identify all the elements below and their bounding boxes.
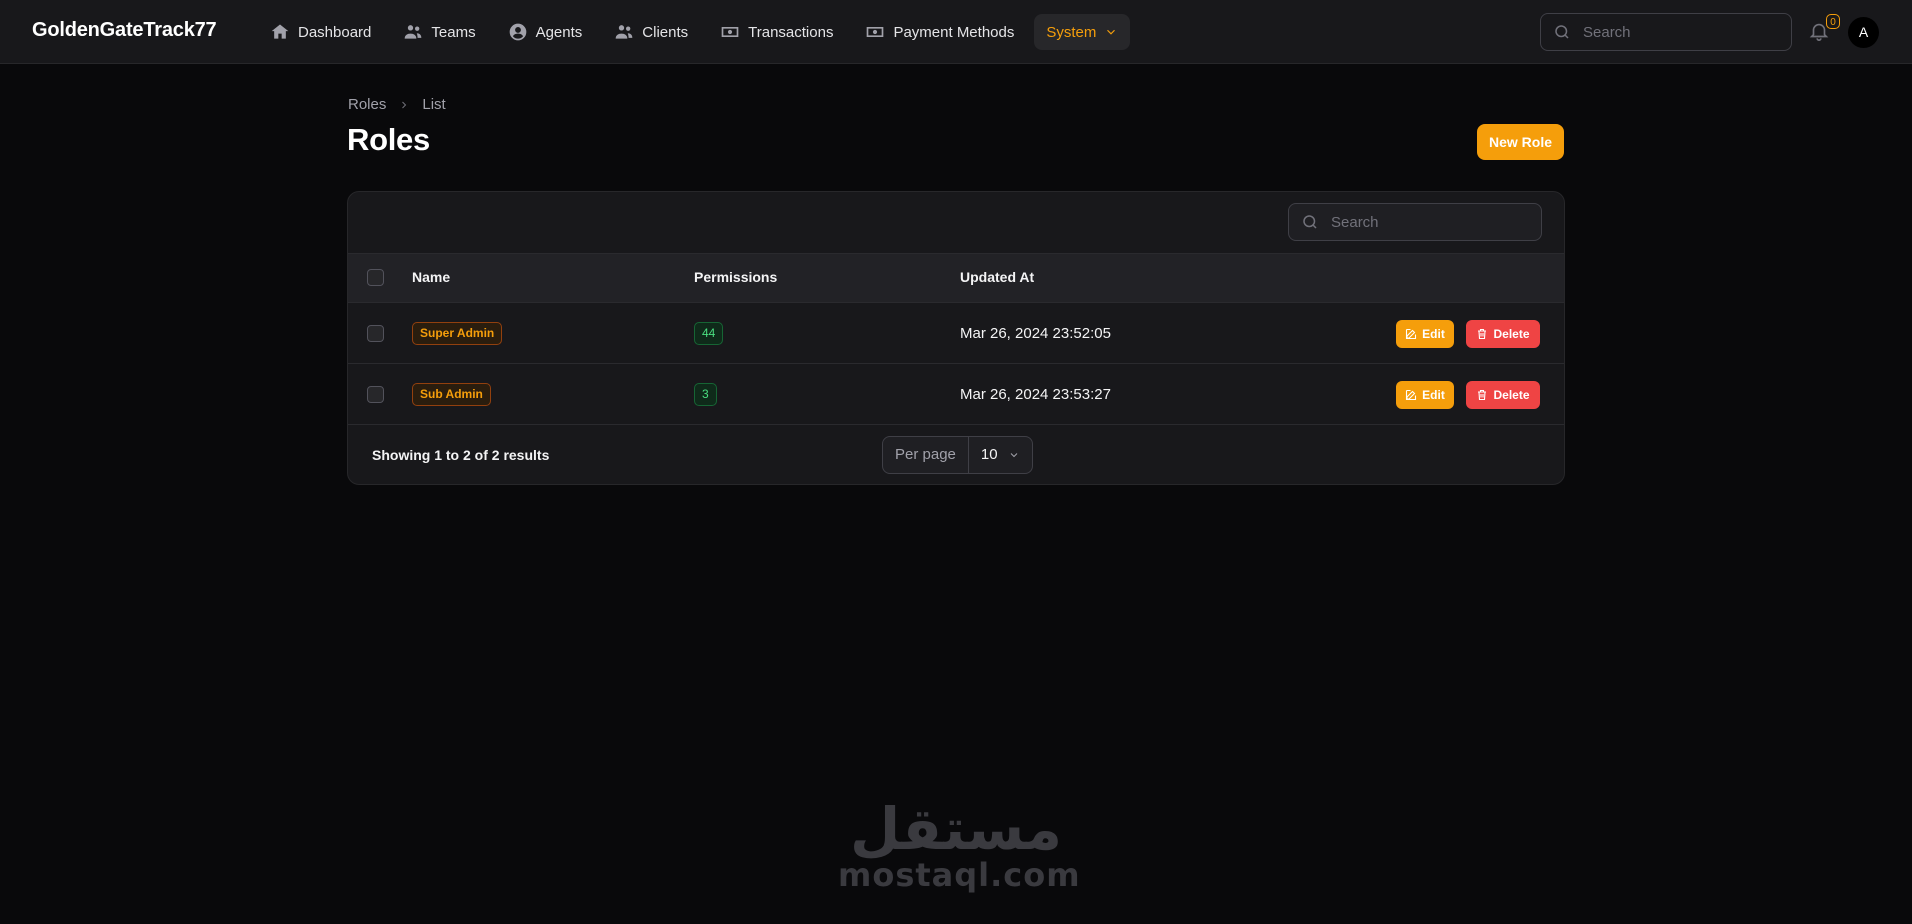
home-icon: [271, 24, 289, 39]
new-role-button[interactable]: New Role: [1477, 124, 1564, 160]
delete-button[interactable]: Delete: [1466, 381, 1540, 409]
nav-clients[interactable]: Clients: [602, 14, 700, 50]
search-icon: [1303, 215, 1317, 229]
nav-transactions-label: Transactions: [748, 23, 834, 41]
breadcrumb-list: List: [422, 96, 446, 113]
breadcrumb: Roles List: [348, 96, 446, 113]
banknote-icon: [867, 27, 884, 37]
breadcrumb-roles[interactable]: Roles: [348, 96, 386, 113]
nav-payment-methods[interactable]: Payment Methods: [853, 14, 1026, 50]
nav-dashboard-label: Dashboard: [298, 23, 372, 41]
row-checkbox[interactable]: [367, 386, 384, 403]
user-avatar[interactable]: A: [1848, 17, 1879, 48]
per-page-label: Per page: [883, 437, 969, 473]
delete-label: Delete: [1493, 388, 1530, 402]
nav-system-dropdown[interactable]: System: [1034, 14, 1131, 50]
edit-button[interactable]: Edit: [1396, 381, 1454, 409]
banknote-icon: [721, 27, 739, 37]
chevron-down-icon: [1107, 29, 1116, 35]
per-page-select[interactable]: 10: [969, 437, 1032, 473]
nav-teams[interactable]: Teams: [391, 14, 487, 50]
main-nav: Dashboard Teams Agents Clients Transacti…: [258, 14, 1131, 50]
user-circle-icon: [509, 23, 526, 41]
watermark-latin: mostaql.com: [838, 856, 1081, 894]
page-title: Roles: [347, 122, 430, 157]
nav-transactions[interactable]: Transactions: [708, 14, 845, 50]
table-header: Name Permissions Updated At: [348, 253, 1564, 303]
nav-agents[interactable]: Agents: [496, 14, 595, 50]
delete-button[interactable]: Delete: [1466, 320, 1540, 348]
edit-label: Edit: [1422, 388, 1445, 402]
per-page-value: 10: [980, 446, 998, 463]
permissions-count-badge: 44: [694, 322, 724, 345]
table-row: Sub Admin 3 Mar 26, 2024 23:53:27 Edit D…: [348, 364, 1564, 425]
updated-at-value: Mar 26, 2024 23:52:05: [960, 325, 1111, 342]
watermark: مستقل mostaql.com: [838, 795, 1081, 894]
watermark-arabic: مستقل: [849, 795, 1063, 863]
table-row: Super Admin 44 Mar 26, 2024 23:52:05 Edi…: [348, 303, 1564, 364]
per-page-control: Per page 10: [882, 436, 1033, 474]
chevron-down-icon: [1010, 453, 1017, 458]
search-icon: [1555, 25, 1569, 39]
global-search-input[interactable]: [1581, 22, 1765, 42]
global-search[interactable]: [1540, 13, 1792, 51]
chevron-right-icon: [402, 101, 407, 108]
select-all-checkbox[interactable]: [367, 269, 384, 286]
edit-icon: [1406, 328, 1417, 340]
edit-button[interactable]: Edit: [1396, 320, 1454, 348]
table-search-input[interactable]: [1329, 212, 1513, 232]
top-navbar: GoldenGateTrack77 Dashboard Teams Agents…: [0, 0, 1912, 64]
users-icon: [405, 25, 422, 39]
column-header-updated-at[interactable]: Updated At: [960, 269, 1034, 285]
nav-payment-methods-label: Payment Methods: [893, 23, 1015, 41]
edit-label: Edit: [1422, 327, 1445, 341]
permissions-count-badge: 3: [694, 383, 717, 406]
role-name-badge: Super Admin: [412, 322, 503, 345]
updated-at-value: Mar 26, 2024 23:53:27: [960, 386, 1111, 403]
row-checkbox[interactable]: [367, 325, 384, 342]
nav-dashboard[interactable]: Dashboard: [258, 14, 383, 50]
trash-icon: [1478, 389, 1487, 401]
notifications-count-badge: 0: [1826, 14, 1840, 29]
column-header-permissions: Permissions: [694, 269, 778, 285]
roles-table-card: Name Permissions Updated At Super Admin …: [347, 191, 1565, 485]
users-icon: [615, 25, 633, 39]
nav-system-label: System: [1046, 23, 1097, 41]
nav-clients-label: Clients: [642, 23, 689, 41]
delete-label: Delete: [1493, 327, 1530, 341]
trash-icon: [1478, 328, 1487, 340]
results-summary: Showing 1 to 2 of 2 results: [372, 447, 550, 463]
edit-icon: [1406, 389, 1417, 401]
table-search[interactable]: [1288, 203, 1542, 241]
nav-agents-label: Agents: [535, 23, 583, 41]
nav-teams-label: Teams: [431, 23, 476, 41]
brand-logo[interactable]: GoldenGateTrack77: [32, 19, 217, 42]
column-header-name[interactable]: Name: [412, 269, 450, 285]
role-name-badge: Sub Admin: [412, 383, 491, 406]
